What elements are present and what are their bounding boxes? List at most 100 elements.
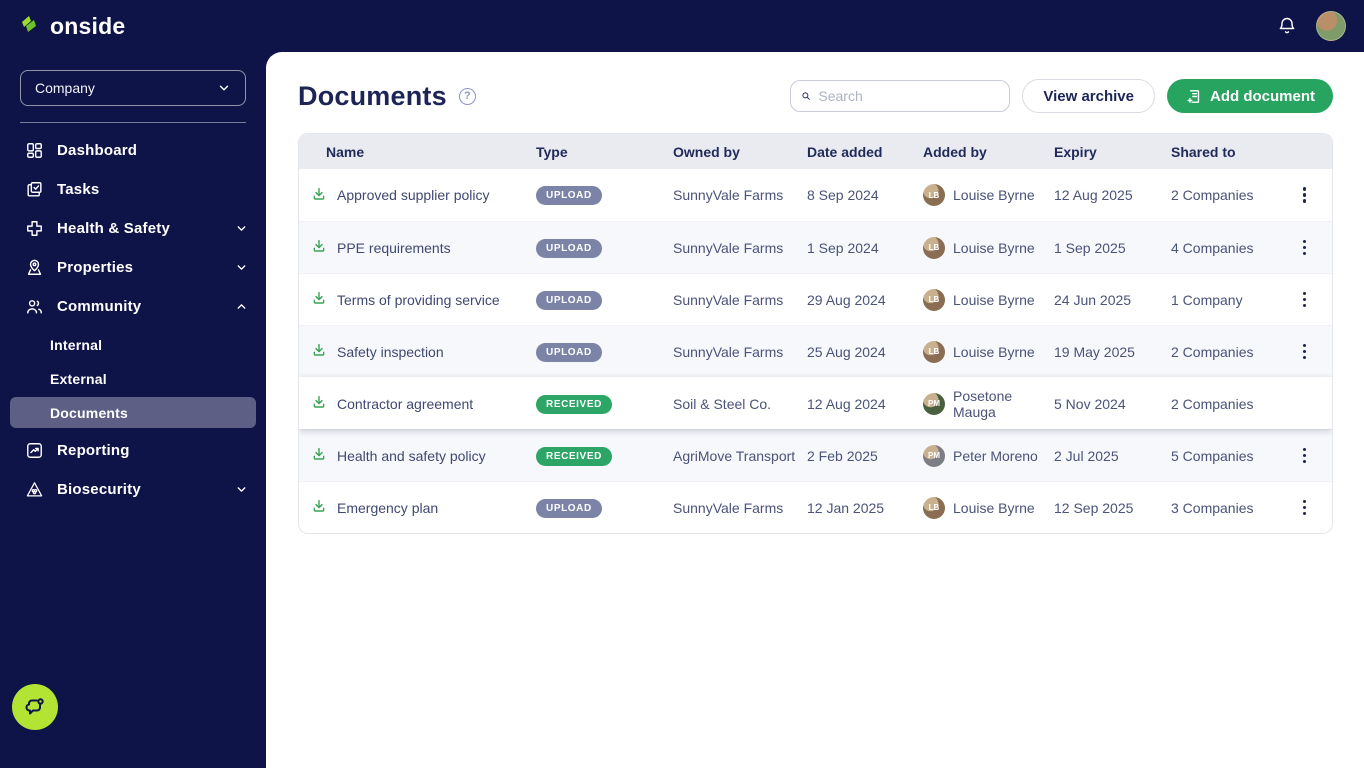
page-title: Documents — [298, 80, 447, 111]
type-badge: RECEIVED — [536, 446, 612, 466]
date-added-value: 8 Sep 2024 — [807, 187, 879, 203]
column-header-type: Type — [536, 143, 568, 160]
biohazard-triangle-icon — [24, 480, 44, 500]
table-row[interactable]: Contractor agreement RECEIVED Soil & Ste… — [299, 377, 1332, 429]
download-icon[interactable] — [311, 290, 327, 309]
kebab-menu-icon[interactable] — [1299, 183, 1311, 207]
download-icon[interactable] — [311, 238, 327, 257]
kebab-menu-icon[interactable] — [1299, 236, 1311, 260]
sidebar-item-reporting[interactable]: Reporting — [0, 431, 266, 470]
table-row[interactable]: Terms of providing service UPLOAD SunnyV… — [299, 273, 1332, 325]
download-icon[interactable] — [311, 446, 327, 465]
document-name: Approved supplier policy — [337, 187, 490, 203]
avatar: PM — [923, 444, 945, 467]
kebab-menu-icon[interactable] — [1299, 340, 1311, 364]
sidebar-item-label: Biosecurity — [57, 481, 141, 498]
add-document-label: Add document — [1210, 87, 1315, 105]
map-pin-icon — [24, 258, 44, 278]
sidebar-subitem-label: Internal — [50, 336, 103, 353]
chat-bubble-icon — [25, 698, 44, 715]
type-badge: UPLOAD — [536, 238, 602, 258]
table-row[interactable]: Approved supplier policy UPLOAD SunnyVal… — [299, 169, 1332, 221]
document-name: PPE requirements — [337, 239, 451, 256]
dashboard-grid-icon — [24, 141, 44, 161]
sidebar-item-label: Health & Safety — [57, 220, 171, 237]
chevron-down-icon — [234, 222, 248, 236]
owned-by-value: SunnyVale Farms — [673, 499, 784, 516]
document-name: Safety inspection — [337, 343, 444, 360]
kebab-menu-icon[interactable] — [1299, 288, 1311, 312]
avatar: LB — [923, 184, 945, 206]
table-row[interactable]: Safety inspection UPLOAD SunnyVale Farms… — [299, 325, 1332, 377]
date-added-value: 12 Jan 2025 — [807, 499, 885, 516]
chevron-down-icon — [219, 85, 229, 91]
brand-logo[interactable]: onside — [18, 12, 125, 41]
medical-cross-icon — [24, 219, 44, 239]
table-row[interactable]: Emergency plan UPLOAD SunnyVale Farms 12… — [299, 481, 1332, 533]
kebab-menu-icon[interactable] — [1279, 392, 1283, 416]
download-icon[interactable] — [311, 498, 327, 517]
search-box[interactable] — [790, 80, 1011, 112]
type-badge: UPLOAD — [536, 290, 602, 310]
table-header: Name Type Owned by Date added Added by E… — [299, 134, 1332, 169]
added-by-value: Louise Byrne — [953, 343, 1035, 360]
table-row[interactable]: Health and safety policy RECEIVED AgriMo… — [299, 429, 1332, 481]
add-document-button[interactable]: Add document — [1167, 79, 1333, 113]
added-by-value: Louise Byrne — [953, 239, 1035, 256]
kebab-menu-icon[interactable] — [1299, 496, 1311, 520]
sidebar-item-community[interactable]: Community — [0, 287, 266, 326]
column-header-date-added: Date added — [807, 143, 883, 160]
column-header-owned-by: Owned by — [673, 143, 740, 160]
chat-button[interactable] — [12, 684, 58, 730]
sidebar-item-internal[interactable]: Internal — [10, 329, 256, 360]
kebab-menu-icon[interactable] — [1299, 444, 1311, 468]
owned-by-value: SunnyVale Farms — [673, 291, 784, 308]
add-document-icon — [1187, 89, 1200, 103]
avatar: LB — [923, 288, 945, 311]
download-icon[interactable] — [311, 342, 327, 361]
sidebar-item-health-safety[interactable]: Health & Safety — [0, 209, 266, 248]
sidebar-item-documents[interactable]: Documents — [10, 397, 256, 428]
view-archive-button[interactable]: View archive — [1022, 79, 1155, 113]
notification-bell-icon[interactable] — [1276, 15, 1298, 37]
sidebar-item-tasks[interactable]: Tasks — [0, 170, 266, 209]
sidebar-item-label: Properties — [57, 259, 134, 276]
avatar: PM — [923, 392, 945, 415]
added-by-value: Louise Byrne — [953, 187, 1035, 203]
document-name: Health and safety policy — [337, 447, 486, 464]
sidebar-nav: Dashboard Tasks Health & Safety Properti… — [0, 131, 266, 509]
avatar: LB — [923, 496, 945, 519]
brand-name: onside — [50, 12, 126, 39]
table-body: Approved supplier policy UPLOAD SunnyVal… — [299, 169, 1332, 533]
chevron-down-icon — [234, 261, 248, 275]
owned-by-value: AgriMove Transport — [673, 447, 796, 464]
expiry-value: 5 Nov 2024 — [1054, 395, 1126, 412]
added-by-value: Louise Byrne — [953, 499, 1035, 516]
date-added-value: 1 Sep 2024 — [807, 239, 879, 256]
sidebar-item-dashboard[interactable]: Dashboard — [0, 131, 266, 170]
user-avatar[interactable] — [1316, 11, 1346, 41]
owned-by-value: SunnyVale Farms — [673, 239, 784, 256]
help-icon[interactable]: ? — [458, 87, 476, 105]
sidebar-item-properties[interactable]: Properties — [0, 248, 266, 287]
people-icon — [24, 297, 44, 317]
type-badge: UPLOAD — [536, 186, 602, 205]
date-added-value: 29 Aug 2024 — [807, 291, 886, 308]
owned-by-value: SunnyVale Farms — [673, 343, 784, 360]
added-by-value: Louise Byrne — [953, 291, 1035, 308]
download-icon[interactable] — [311, 186, 327, 205]
expiry-value: 12 Aug 2025 — [1054, 187, 1133, 203]
shared-to-value: 2 Companies — [1171, 187, 1254, 203]
company-selector[interactable]: Company — [20, 70, 246, 106]
download-icon[interactable] — [311, 394, 327, 413]
shared-to-value: 5 Companies — [1171, 447, 1254, 464]
chevron-up-icon — [234, 300, 248, 314]
date-added-value: 2 Feb 2025 — [807, 447, 878, 464]
sidebar-item-external[interactable]: External — [10, 363, 256, 394]
date-added-value: 25 Aug 2024 — [807, 343, 886, 360]
sidebar-item-biosecurity[interactable]: Biosecurity — [0, 470, 266, 509]
column-header-shared-to: Shared to — [1171, 143, 1236, 160]
owned-by-value: Soil & Steel Co. — [673, 395, 772, 412]
table-row[interactable]: PPE requirements UPLOAD SunnyVale Farms … — [299, 221, 1332, 273]
search-input[interactable] — [818, 88, 1000, 104]
